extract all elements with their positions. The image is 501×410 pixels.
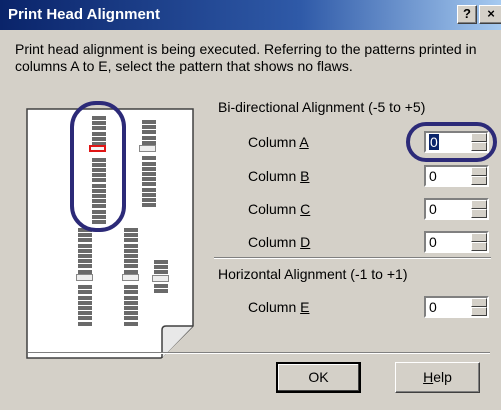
column-d-up-arrow[interactable] xyxy=(471,233,487,242)
pattern-segment xyxy=(142,120,156,124)
column-b-label: Column B xyxy=(248,168,310,184)
column-b-value[interactable]: 0 xyxy=(429,168,437,184)
column-a-highlight-oval xyxy=(406,122,497,162)
pattern-segment xyxy=(124,243,138,248)
column-d-down-arrow[interactable] xyxy=(471,242,487,251)
pattern-segment xyxy=(142,198,156,202)
pattern-segment xyxy=(154,289,168,294)
pattern-segment xyxy=(142,125,156,130)
pattern-box xyxy=(76,273,93,281)
pattern-segment xyxy=(78,238,92,243)
pattern-segment xyxy=(154,260,168,264)
pattern-segment xyxy=(124,285,138,290)
instruction-text: Print head alignment is being executed. … xyxy=(15,41,477,74)
column-d-label: Column D xyxy=(248,234,311,250)
pattern-segment xyxy=(78,316,92,321)
pattern-segment xyxy=(78,285,92,290)
pattern-segment xyxy=(124,290,138,295)
pattern-segment xyxy=(154,284,168,288)
pattern-segment xyxy=(78,311,92,316)
pattern-segment xyxy=(124,264,138,269)
pattern-segment xyxy=(78,295,92,300)
column-c-spinner[interactable]: 0 xyxy=(424,198,489,220)
pattern-illustration xyxy=(26,101,196,360)
close-button[interactable]: × xyxy=(479,5,501,24)
column-c-down-arrow[interactable] xyxy=(471,209,487,218)
help-title-button[interactable]: ? xyxy=(457,5,477,24)
column-e-label: Column E xyxy=(248,299,310,315)
pattern-segment xyxy=(142,135,156,140)
pattern-segment xyxy=(124,306,138,310)
pattern-segment xyxy=(78,321,92,326)
section-divider xyxy=(214,257,491,259)
highlight-oval-icon xyxy=(70,101,126,232)
column-b-down-arrow[interactable] xyxy=(471,176,487,185)
pattern-segment xyxy=(142,187,156,192)
column-e-value[interactable]: 0 xyxy=(429,299,437,315)
pattern-segment xyxy=(124,233,138,238)
column-d-spinner[interactable]: 0 xyxy=(424,231,489,253)
help-button[interactable]: Help xyxy=(395,362,480,393)
pattern-segment xyxy=(142,161,156,166)
column-e-down-arrow[interactable] xyxy=(471,307,487,316)
pattern-segment xyxy=(124,311,138,316)
pattern-segment xyxy=(78,259,92,264)
horizontal-heading: Horizontal Alignment (-1 to +1) xyxy=(218,266,408,282)
pattern-box xyxy=(139,145,156,152)
pattern-segment xyxy=(124,321,138,326)
pattern-segment xyxy=(124,228,138,232)
pattern-segment xyxy=(142,130,156,135)
pattern-segment xyxy=(124,295,138,300)
print-head-alignment-dialog: Print Head Alignment ? × Print head alig… xyxy=(0,0,501,410)
pattern-segment xyxy=(142,182,156,187)
pattern-segment xyxy=(142,156,156,161)
button-divider xyxy=(28,352,490,354)
pattern-segment xyxy=(78,233,92,238)
pattern-segment xyxy=(154,270,168,275)
pattern-segment xyxy=(78,306,92,310)
column-c-up-arrow[interactable] xyxy=(471,200,487,209)
column-c-label: Column C xyxy=(248,201,311,217)
pattern-segment xyxy=(142,166,156,171)
pattern-segment xyxy=(78,290,92,295)
pattern-segment xyxy=(142,177,156,182)
pattern-segment xyxy=(78,264,92,269)
title-bar[interactable]: Print Head Alignment ? × xyxy=(0,0,501,30)
column-e-spinner[interactable]: 0 xyxy=(424,296,489,318)
column-b-up-arrow[interactable] xyxy=(471,167,487,176)
pattern-box xyxy=(122,273,139,281)
pattern-segment xyxy=(124,254,138,258)
pattern-segment xyxy=(142,203,156,208)
pattern-segment xyxy=(124,238,138,243)
pattern-segment xyxy=(154,265,168,270)
ok-button[interactable]: OK xyxy=(276,362,361,393)
column-c-value[interactable]: 0 xyxy=(429,201,437,217)
column-e-up-arrow[interactable] xyxy=(471,298,487,307)
pattern-segment xyxy=(78,248,92,253)
window-title: Print Head Alignment xyxy=(8,6,160,23)
column-d-value[interactable]: 0 xyxy=(429,234,437,250)
pattern-segment xyxy=(78,300,92,305)
pattern-segment xyxy=(142,172,156,176)
pattern-box xyxy=(152,275,169,282)
pattern-segment xyxy=(142,192,156,197)
column-a-label: Column A xyxy=(248,134,309,150)
pattern-segment xyxy=(124,316,138,321)
pattern-segment xyxy=(124,300,138,305)
pattern-segment xyxy=(124,259,138,264)
bidirectional-heading: Bi-directional Alignment (-5 to +5) xyxy=(218,99,426,115)
pattern-segment xyxy=(78,243,92,248)
pattern-segment xyxy=(124,248,138,253)
column-b-spinner[interactable]: 0 xyxy=(424,165,489,187)
pattern-segment xyxy=(78,254,92,258)
